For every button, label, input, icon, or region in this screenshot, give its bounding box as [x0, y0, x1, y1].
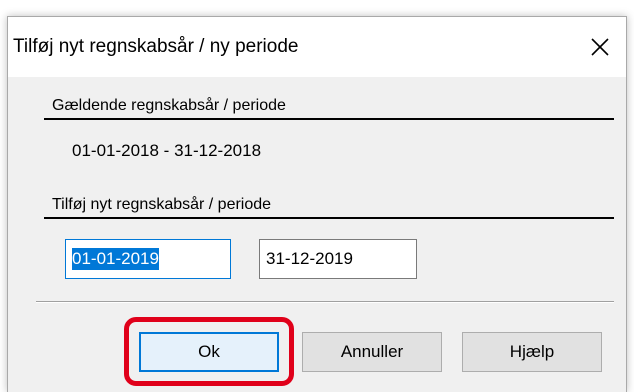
button-separator — [36, 301, 614, 303]
ok-button-highlight — [124, 317, 294, 386]
end-date-field[interactable]: 31-12-2019 — [259, 239, 417, 279]
new-period-divider — [44, 217, 614, 219]
title-bar: Tilføj nyt regnskabsår / ny periode — [8, 17, 626, 77]
current-period-value: 01-01-2018 - 31-12-2018 — [72, 141, 262, 160]
add-fiscal-year-dialog: Tilføj nyt regnskabsår / ny periode Gæld… — [7, 16, 627, 392]
start-date-value: 01-01-2019 — [72, 248, 159, 270]
cancel-button[interactable]: Annuller — [302, 332, 442, 372]
cancel-button-label: Annuller — [340, 342, 404, 361]
current-period-divider — [44, 118, 614, 120]
start-date-field[interactable]: 01-01-2019 — [65, 239, 231, 279]
end-date-value: 31-12-2019 — [266, 249, 353, 268]
close-button[interactable] — [574, 17, 626, 77]
new-period-label: Tilføj nyt regnskabsår / periode — [52, 196, 272, 213]
current-period-label: Gældende regnskabsår / periode — [52, 97, 286, 114]
close-icon — [591, 38, 609, 56]
help-button-label: Hjælp — [509, 342, 555, 361]
help-button[interactable]: Hjælp — [462, 332, 602, 372]
background — [0, 0, 634, 8]
dialog-title: Tilføj nyt regnskabsår / ny periode — [13, 36, 299, 57]
